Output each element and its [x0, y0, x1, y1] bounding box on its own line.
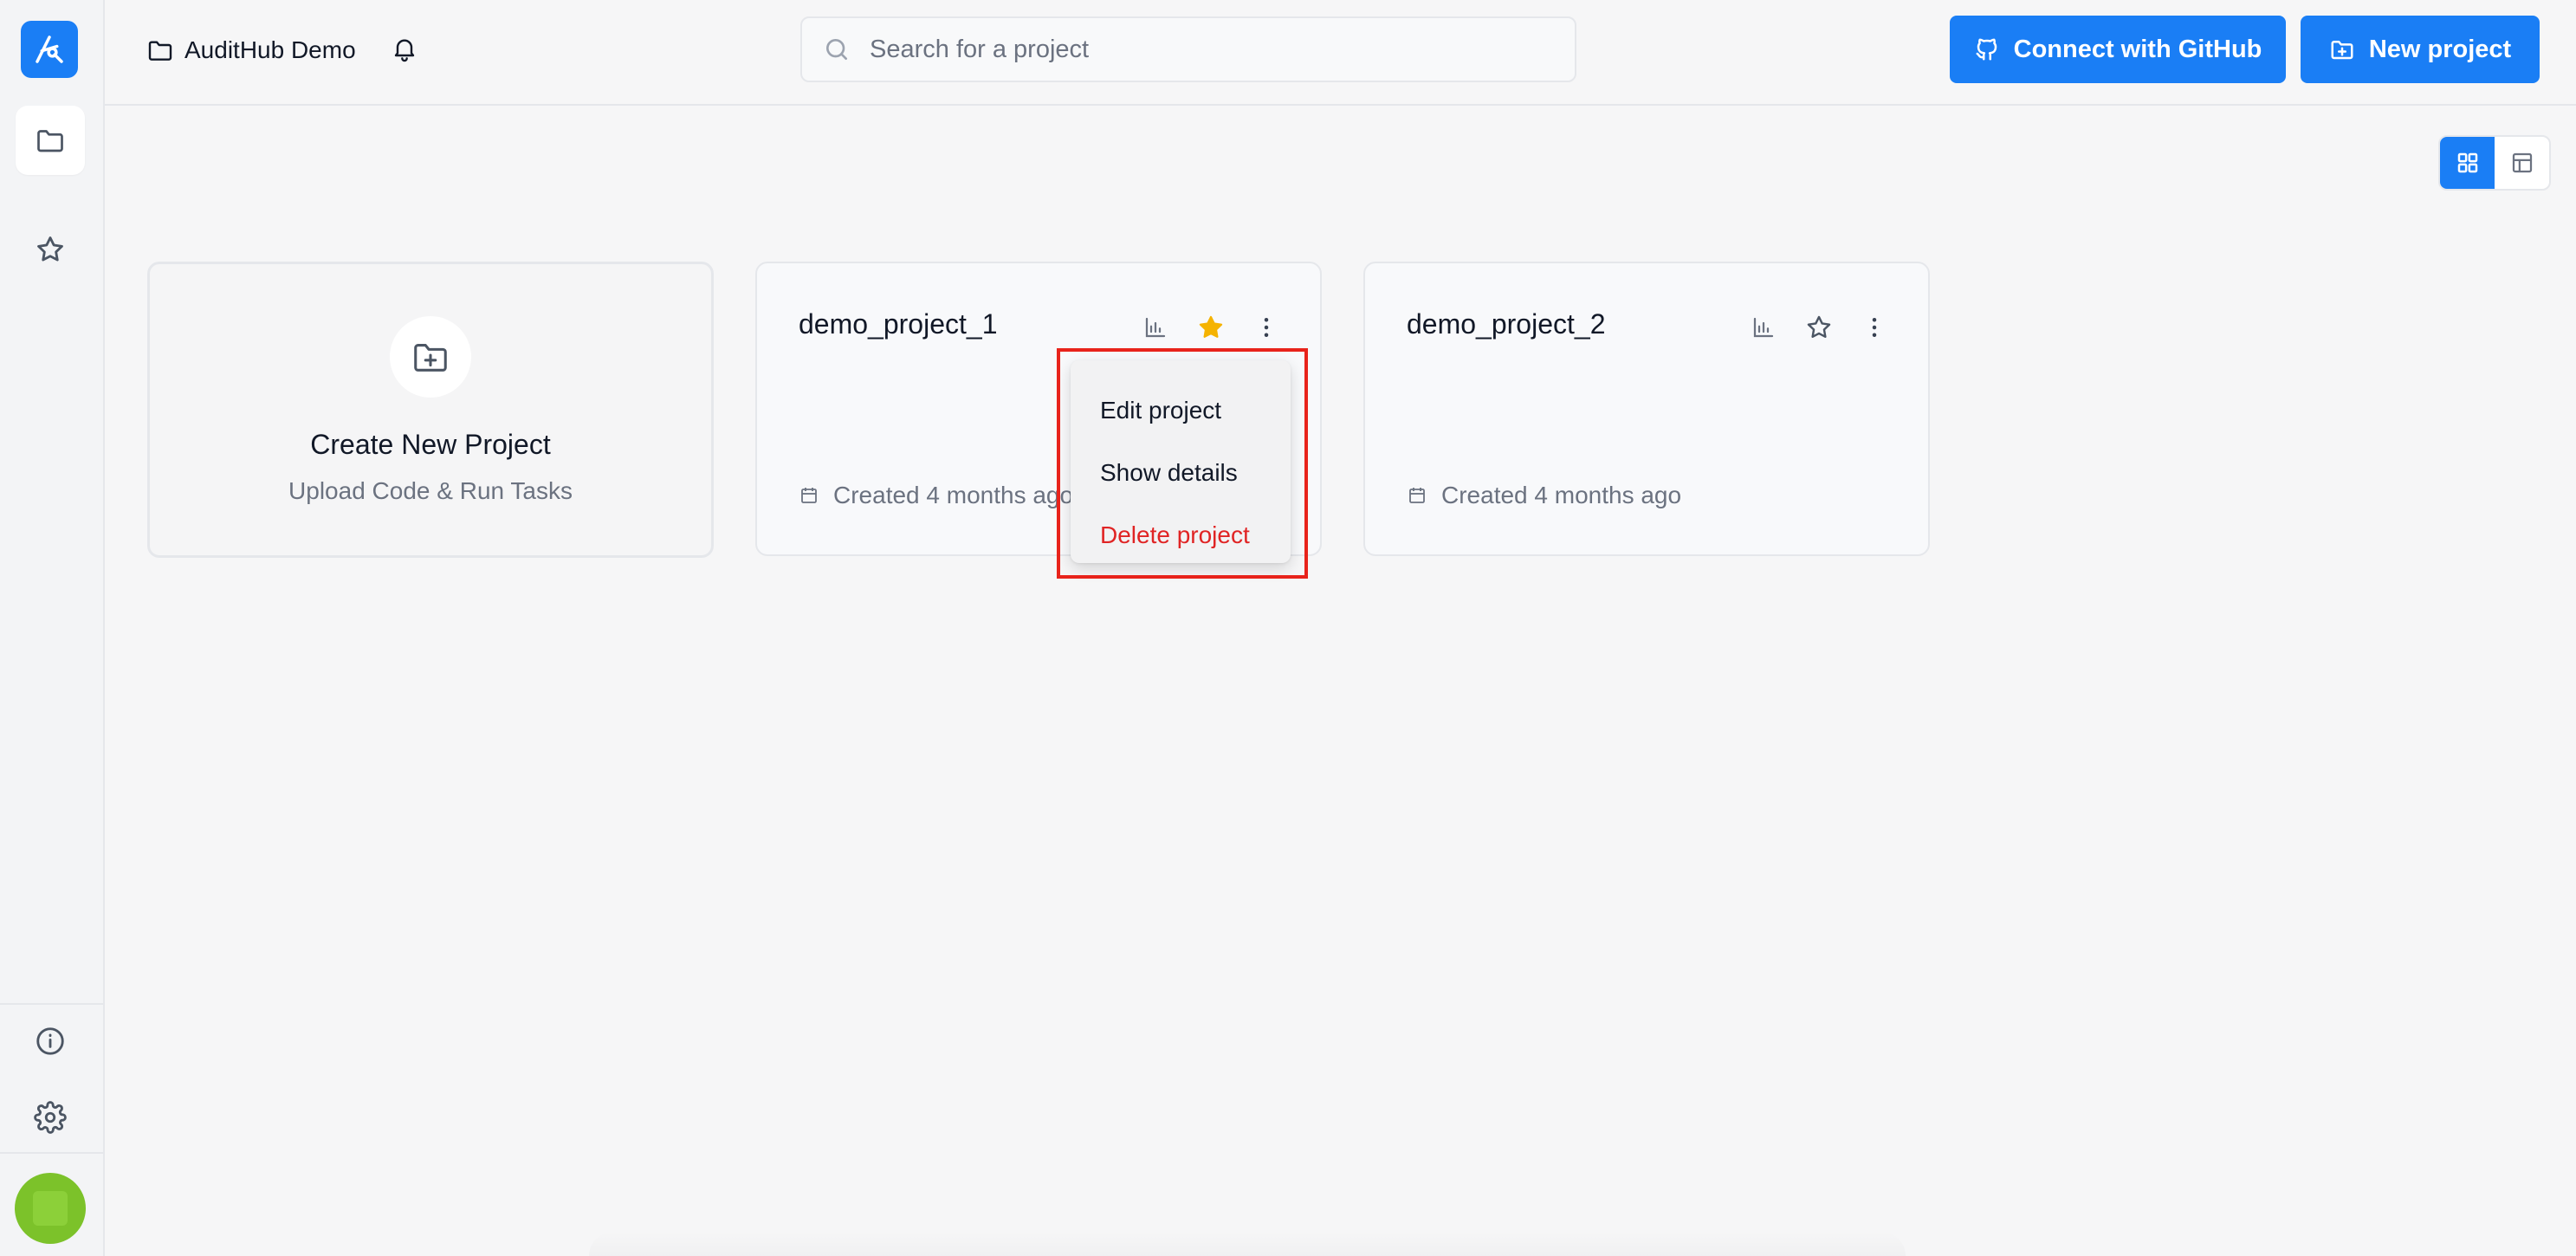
- grid-view-button[interactable]: [2440, 137, 2495, 189]
- sidebar-divider: [0, 1003, 105, 1005]
- app-logo[interactable]: [21, 21, 78, 78]
- top-bar: AuditHub Demo Connect with GitHub New pr…: [105, 0, 2576, 106]
- calendar-icon: [801, 488, 817, 503]
- create-project-icon-wrap: [390, 316, 471, 398]
- sidebar-item-settings[interactable]: [16, 1083, 85, 1152]
- search-bar[interactable]: [800, 16, 1576, 82]
- bell-icon: [394, 39, 415, 62]
- bottom-shade: [589, 1232, 1906, 1256]
- new-project-label: New project: [2368, 35, 2512, 63]
- logo-icon: [36, 36, 63, 63]
- project-name: demo_project_2: [1407, 308, 1606, 340]
- highlight-box: [1057, 348, 1308, 579]
- sidebar-item-favorites[interactable]: [16, 215, 85, 284]
- folder-plus-icon: [2331, 41, 2353, 60]
- bar-chart-icon: [1145, 317, 1166, 338]
- view-toggle: [2438, 135, 2551, 191]
- grid-icon: [2457, 152, 2477, 173]
- notifications-button[interactable]: [391, 35, 418, 67]
- more-options-button[interactable]: [1251, 312, 1282, 343]
- sidebar: [0, 0, 105, 1256]
- star-filled-icon: [1199, 315, 1223, 338]
- project-card[interactable]: demo_project_2 Created 4 months ago: [1363, 262, 1930, 556]
- star-icon: [37, 236, 63, 262]
- github-icon: [1976, 38, 1997, 61]
- favorite-button[interactable]: [1803, 312, 1835, 343]
- avatar-image: [33, 1191, 68, 1226]
- created-date: Created 4 months ago: [799, 482, 1073, 509]
- create-project-title: Create New Project: [310, 429, 551, 460]
- created-text: Created 4 months ago: [833, 482, 1074, 508]
- connect-github-label: Connect with GitHub: [2013, 35, 2262, 63]
- info-icon: [36, 1027, 64, 1055]
- calendar-icon: [1409, 488, 1425, 503]
- connect-github-button[interactable]: Connect with GitHub: [1950, 16, 2286, 83]
- table-view-button[interactable]: [2495, 137, 2549, 189]
- stats-button[interactable]: [1140, 312, 1171, 343]
- sidebar-item-projects[interactable]: [16, 106, 85, 175]
- favorite-button[interactable]: [1195, 312, 1227, 343]
- search-icon: [826, 39, 847, 60]
- more-vertical-icon: [1872, 318, 1877, 337]
- project-name: demo_project_1: [799, 308, 998, 340]
- more-vertical-icon: [1264, 318, 1269, 337]
- user-avatar[interactable]: [15, 1173, 86, 1244]
- more-options-button[interactable]: [1859, 312, 1890, 343]
- star-icon: [1807, 315, 1831, 338]
- folder-icon: [148, 41, 172, 61]
- folder-icon: [37, 130, 63, 152]
- stats-button[interactable]: [1748, 312, 1779, 343]
- folder-plus-icon: [414, 344, 447, 372]
- workspace-title[interactable]: AuditHub Demo: [146, 31, 356, 69]
- new-project-button[interactable]: New project: [2301, 16, 2540, 83]
- bar-chart-icon: [1753, 317, 1774, 338]
- created-date: Created 4 months ago: [1407, 482, 1681, 509]
- workspace-name: AuditHub Demo: [184, 36, 356, 63]
- table-icon: [2512, 152, 2532, 173]
- create-project-card[interactable]: Create New Project Upload Code & Run Tas…: [147, 262, 714, 558]
- created-text: Created 4 months ago: [1441, 482, 1682, 508]
- sidebar-divider: [0, 1152, 105, 1154]
- create-project-subtitle: Upload Code & Run Tasks: [288, 477, 573, 504]
- search-input[interactable]: [870, 35, 1528, 64]
- gear-icon: [34, 1101, 67, 1134]
- sidebar-item-info[interactable]: [16, 1007, 85, 1076]
